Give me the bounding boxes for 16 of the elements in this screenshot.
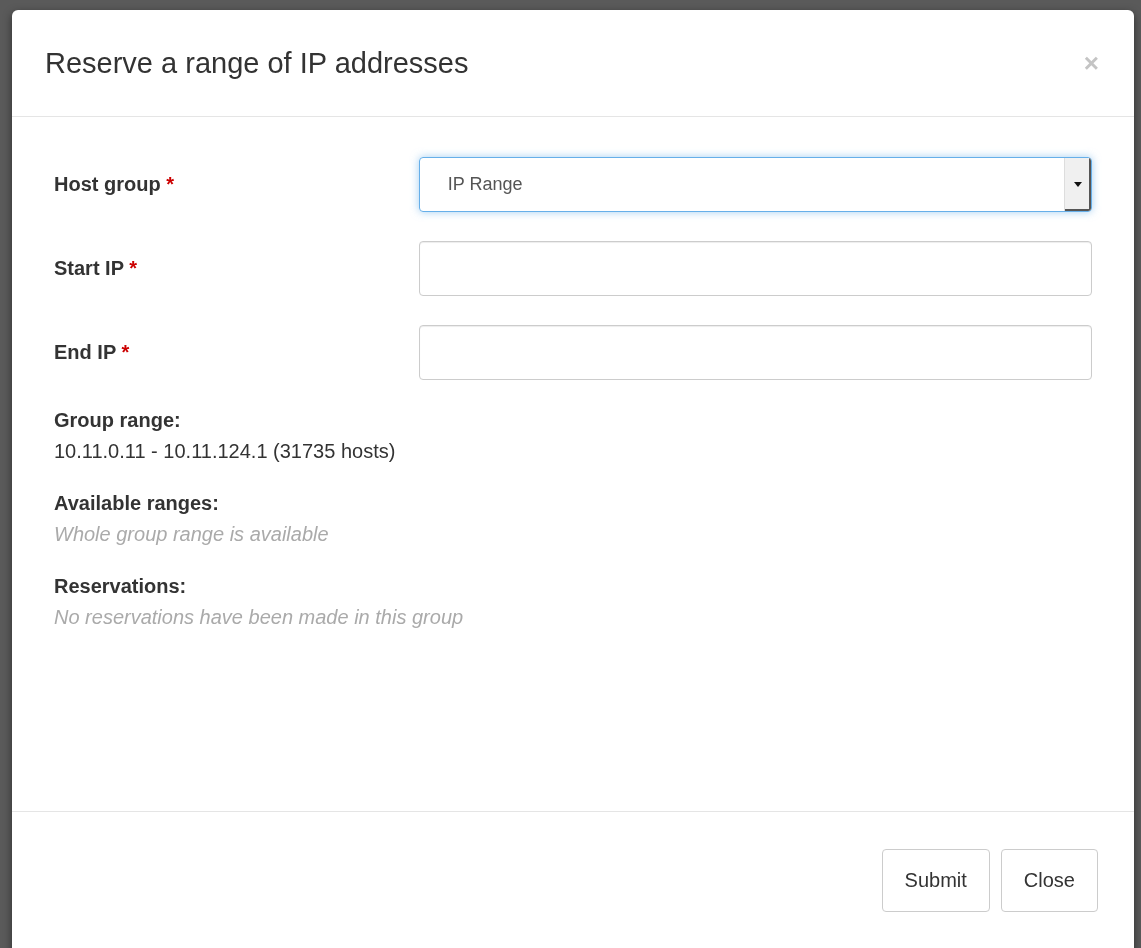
field-label: Host group * [54,173,175,196]
host-group-select[interactable]: IP Range [418,157,1092,212]
dialog-title: Reserve a range of IP addresses [45,46,469,80]
section-text: Whole group range is available [54,523,330,546]
input-field[interactable] [418,325,1092,380]
submit-button[interactable]: Submit [881,849,990,912]
section-heading: Reservations: [54,575,188,598]
input-field[interactable] [418,241,1092,296]
field-label: Start IP * [54,257,139,280]
field-label: End IP * [54,341,131,364]
section-text: 10.11.0.11 - 10.11.124.1 (31735 hosts) [54,440,397,463]
section-text: No reservations have been made in this group [54,606,465,629]
close-button[interactable]: Close [1000,849,1098,912]
section-heading: Group range: [54,409,182,432]
section-heading: Available ranges: [54,492,220,515]
caret-icon [1074,182,1082,187]
